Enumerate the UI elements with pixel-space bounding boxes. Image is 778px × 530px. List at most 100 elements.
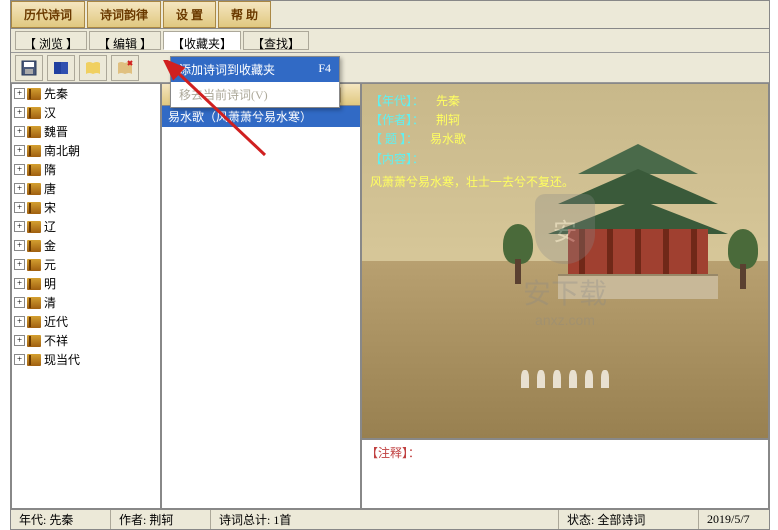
tree-item[interactable]: +金: [12, 236, 160, 255]
tree-label: 魏晋: [44, 123, 68, 140]
tree-label: 辽: [44, 218, 56, 235]
tree-label: 近代: [44, 313, 68, 330]
list-item-selected[interactable]: 易水歌（风萧萧兮易水寒）: [162, 106, 360, 127]
poem-body: 风萧萧兮易水寒，壮士一去兮不复还。: [370, 173, 760, 192]
tree-label: 唐: [44, 180, 56, 197]
expand-icon[interactable]: +: [14, 145, 25, 156]
menu-add-to-favorites[interactable]: 添加诗词到收藏夹 F4: [171, 57, 339, 82]
book-icon: [27, 183, 41, 195]
menu-remove-current: 移去当前诗词(V): [171, 82, 339, 107]
expand-icon[interactable]: +: [14, 278, 25, 289]
tree-item[interactable]: + 现当代: [12, 350, 160, 369]
author-value: 荆轲: [436, 111, 460, 130]
tree-label: 清: [44, 294, 56, 311]
tree-label: 明: [44, 275, 56, 292]
title-label: 【 题 】：: [370, 130, 418, 149]
tree-item[interactable]: + 先秦: [12, 84, 160, 103]
expand-icon[interactable]: +: [14, 126, 25, 137]
expand-icon[interactable]: +: [14, 259, 25, 270]
book-icon: [27, 164, 41, 176]
expand-icon[interactable]: +: [14, 164, 25, 175]
expand-icon[interactable]: +: [14, 107, 25, 118]
content-area: +先秦 +汉 +魏晋 +南北朝 +隋 +唐 +宋 +辽 +金 +元 +明 +清 …: [11, 83, 769, 509]
tool-book-icon[interactable]: [47, 55, 75, 81]
expand-icon[interactable]: +: [14, 316, 25, 327]
expand-icon[interactable]: +: [14, 183, 25, 194]
expand-icon[interactable]: +: [14, 202, 25, 213]
book-icon: [27, 107, 41, 119]
toolbar: [11, 53, 769, 83]
era-value: 先秦: [436, 92, 460, 111]
expand-icon[interactable]: +: [14, 221, 25, 232]
book-icon: [27, 354, 41, 366]
tree-label: 汉: [44, 104, 56, 121]
subtab-favorites[interactable]: 【收藏夹】: [163, 31, 241, 50]
tree-item[interactable]: +唐: [12, 179, 160, 198]
sub-tab-bar: 【 浏览 】 【 编辑 】 【收藏夹】 【查找】: [11, 29, 769, 53]
book-icon: [27, 259, 41, 271]
status-author: 作者: 荆轲: [111, 510, 211, 529]
book-icon: [27, 221, 41, 233]
tree-label: 南北朝: [44, 142, 80, 159]
tree-item[interactable]: +辽: [12, 217, 160, 236]
status-bar: 年代: 先秦 作者: 荆轲 诗词总计: 1首 状态: 全部诗词 2019/5/7: [11, 509, 769, 529]
book-icon: [27, 126, 41, 138]
book-icon: [27, 145, 41, 157]
tree-item[interactable]: + 近代: [12, 312, 160, 331]
tree-label: 先秦: [44, 85, 68, 102]
top-tab-bar: 历代诗词 诗词韵律 设 置 帮 助: [11, 1, 769, 29]
subtab-search[interactable]: 【查找】: [243, 31, 309, 50]
status-date: 2019/5/7: [699, 510, 769, 529]
tree-item[interactable]: + 南北朝: [12, 141, 160, 160]
main-window: 历代诗词 诗词韵律 设 置 帮 助 【 浏览 】 【 编辑 】 【收藏夹】 【查…: [10, 0, 770, 530]
poem-list-panel: 易水歌（风萧萧兮易水寒）: [161, 83, 361, 509]
tool-delete-icon[interactable]: [111, 55, 139, 81]
menu-item-label: 添加诗词到收藏夹: [179, 61, 275, 78]
expand-icon[interactable]: +: [14, 88, 25, 99]
tab-historical-poetry[interactable]: 历代诗词: [11, 1, 85, 28]
tree-item[interactable]: +汉: [12, 103, 160, 122]
tree-item[interactable]: +宋: [12, 198, 160, 217]
subtab-edit[interactable]: 【 编辑 】: [89, 31, 161, 50]
menu-item-shortcut: F4: [318, 61, 331, 78]
notes-panel: 【注释】：: [361, 439, 769, 509]
status-era: 年代: 先秦: [11, 510, 111, 529]
tree-item[interactable]: + 魏晋: [12, 122, 160, 141]
tree-item[interactable]: +清: [12, 293, 160, 312]
tab-prosody[interactable]: 诗词韵律: [87, 1, 161, 28]
status-count: 诗词总计: 1首: [211, 510, 559, 529]
tree-item[interactable]: + 不祥: [12, 331, 160, 350]
tree-item[interactable]: +隋: [12, 160, 160, 179]
poem-text: 【年代】：先秦 【作者】：荆轲 【 题 】：易水歌 【内容】： 风萧萧兮易水寒，…: [370, 92, 760, 192]
book-icon: [27, 240, 41, 252]
poem-view: 安 安下载 anxz.com 【年代】：先秦 【作者】：荆轲 【 题 】：易水歌…: [361, 83, 769, 439]
expand-icon[interactable]: +: [14, 354, 25, 365]
tree-label: 现当代: [44, 351, 80, 368]
poem-list[interactable]: 易水歌（风萧萧兮易水寒）: [162, 106, 360, 508]
book-icon: [27, 278, 41, 290]
title-value: 易水歌: [430, 130, 466, 149]
right-panel: 安 安下载 anxz.com 【年代】：先秦 【作者】：荆轲 【 题 】：易水歌…: [361, 83, 769, 509]
dynasty-tree[interactable]: +先秦 +汉 +魏晋 +南北朝 +隋 +唐 +宋 +辽 +金 +元 +明 +清 …: [11, 83, 161, 509]
tree-label: 不祥: [44, 332, 68, 349]
expand-icon[interactable]: +: [14, 297, 25, 308]
tree-label: 宋: [44, 199, 56, 216]
tree-item[interactable]: +元: [12, 255, 160, 274]
era-label: 【年代】：: [370, 92, 424, 111]
expand-icon[interactable]: +: [14, 335, 25, 346]
tree-item[interactable]: +明: [12, 274, 160, 293]
expand-icon[interactable]: +: [14, 240, 25, 251]
menu-item-label: 移去当前诗词(V): [179, 86, 268, 103]
status-state: 状态: 全部诗词: [559, 510, 699, 529]
tool-open-book-icon[interactable]: [79, 55, 107, 81]
book-icon: [27, 335, 41, 347]
tool-save-icon[interactable]: [15, 55, 43, 81]
subtab-browse[interactable]: 【 浏览 】: [15, 31, 87, 50]
book-icon: [27, 297, 41, 309]
content-label: 【内容】：: [370, 150, 424, 169]
tab-settings[interactable]: 设 置: [163, 1, 216, 28]
tab-help[interactable]: 帮 助: [218, 1, 271, 28]
book-icon: [27, 316, 41, 328]
book-icon: [27, 88, 41, 100]
book-icon: [27, 202, 41, 214]
